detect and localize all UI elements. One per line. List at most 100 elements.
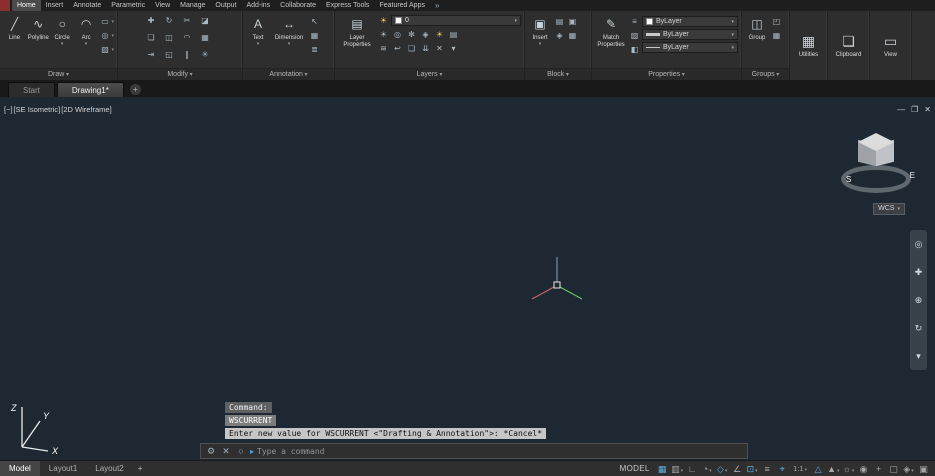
layer-lock-icon[interactable]: ◈ [419, 29, 432, 41]
line-button[interactable]: ╱ Line [3, 13, 26, 68]
explode-icon[interactable]: ✳ [199, 49, 212, 61]
model-space-viewport[interactable]: [−] [SE Isometric] [2D Wireframe] — ❐ ✕ … [0, 97, 935, 460]
edit-attribute-icon[interactable]: ▤ [553, 16, 566, 28]
command-line[interactable]: ⚙ ✕ ○ ▸ [200, 443, 748, 459]
ribbon-tab-featured-apps[interactable]: Featured Apps [374, 0, 430, 11]
mirror-icon[interactable]: ◫ [163, 32, 176, 44]
text-button[interactable]: A Text ▾ [246, 13, 270, 68]
viewport-collapse-control[interactable]: [−] [4, 105, 13, 114]
ribbon-tab-express-tools[interactable]: Express Tools [321, 0, 374, 11]
annotation-monitor-icon[interactable]: ◉ [858, 462, 870, 476]
customize-icon[interactable]: ⚙ [205, 446, 217, 457]
dynamic-input-icon[interactable]: ⌖ [776, 462, 788, 476]
file-tab-drawing1[interactable]: Drawing1* [56, 82, 124, 97]
pan-icon[interactable]: ✚ [915, 267, 923, 278]
polyline-button[interactable]: ∿ Polyline [27, 13, 50, 68]
block-panel-footer[interactable]: Block [525, 68, 591, 80]
clipboard-button[interactable]: ❏ Clipboard [828, 11, 869, 80]
ungroup-icon[interactable]: ◰ [770, 16, 783, 28]
ribbon-tab-output[interactable]: Output [210, 0, 241, 11]
osnap-tracking-icon[interactable]: ∠ [731, 462, 743, 476]
navigation-wheel-icon[interactable]: ◎ [915, 239, 923, 250]
ellipse-button[interactable]: ◎ ▾ [99, 29, 115, 43]
viewport-visual-style-control[interactable]: [2D Wireframe] [61, 105, 111, 114]
define-attributes-icon[interactable]: ◈ [553, 30, 566, 42]
create-block-icon[interactable]: ▣ [566, 16, 579, 28]
object-color-select[interactable]: ByLayer [642, 16, 738, 27]
annotation-visibility-icon[interactable]: △ [812, 462, 824, 476]
properties-list-icon[interactable]: ≡ [628, 16, 641, 28]
dimension-button[interactable]: ↔ Dimension ▾ [271, 13, 307, 68]
arc-button[interactable]: ◠ Arc ▾ [75, 13, 98, 68]
model-space-toggle[interactable]: MODEL [620, 464, 650, 473]
autocad-logo-icon[interactable] [0, 0, 10, 11]
polar-tracking-icon[interactable]: ◔ [701, 462, 713, 476]
ribbon-tab-parametric[interactable]: Parametric [106, 0, 150, 11]
erase-icon[interactable]: ◪ [199, 15, 212, 27]
layer-settings-icon[interactable]: ▾ [447, 43, 460, 55]
manage-attributes-icon[interactable]: ▦ [566, 30, 579, 42]
orbit-icon[interactable]: ↻ [915, 323, 923, 334]
insert-button[interactable]: ▣ Insert ▾ [528, 13, 552, 68]
annotation-panel-footer[interactable]: Annotation [243, 68, 334, 80]
close-icon[interactable]: ✕ [924, 105, 931, 114]
linetype-select[interactable]: ByLayer [642, 42, 738, 53]
draw-panel-footer[interactable]: Draw [0, 68, 117, 80]
lock-ui-icon[interactable]: ◈ [903, 462, 915, 476]
layer-walk-icon[interactable]: ▤ [447, 29, 460, 41]
wcs-button[interactable]: WCS [873, 203, 905, 215]
units-icon[interactable]: + [873, 462, 885, 476]
match-properties-button[interactable]: ✎ Match Properties [595, 13, 627, 68]
close-icon[interactable]: ✕ [220, 446, 232, 457]
layers-panel-footer[interactable]: Layers [335, 68, 524, 80]
viewcube-east-label[interactable]: E [910, 171, 915, 180]
snap-mode-icon[interactable]: ▥ [671, 462, 683, 476]
tab-model[interactable]: Model [0, 460, 40, 476]
quick-share-icon[interactable]: » [435, 0, 439, 11]
annotation-scale-button[interactable]: 1:1 [791, 462, 809, 476]
command-input[interactable] [257, 446, 743, 456]
zoom-icon[interactable]: ⊕ [915, 295, 923, 306]
viewport-view-control[interactable]: [SE Isometric] [14, 105, 61, 114]
quick-properties-icon[interactable]: ▢ [888, 462, 900, 476]
minimize-icon[interactable]: — [897, 105, 905, 114]
new-layout-button[interactable]: + [133, 464, 148, 473]
tab-layout1[interactable]: Layout1 [40, 461, 86, 476]
move-icon[interactable]: ✚ [145, 15, 158, 27]
transparency-icon[interactable]: ▨ [628, 30, 641, 42]
copy-icon[interactable]: ❏ [145, 32, 158, 44]
layer-state-icon[interactable]: ☀ [377, 15, 390, 27]
grid-icon[interactable]: ▦ [656, 462, 668, 476]
object-snap-icon[interactable]: ⊡ [746, 462, 758, 476]
layer-copy-icon[interactable]: ❏ [405, 43, 418, 55]
stretch-icon[interactable]: ⇥ [145, 49, 158, 61]
layer-select[interactable]: 0 [391, 15, 521, 26]
markup-button[interactable]: ≣ [308, 43, 321, 57]
new-drawing-button[interactable]: + [129, 84, 141, 95]
circle-button[interactable]: ○ Circle ▾ [51, 13, 74, 68]
lineweight-select[interactable]: ByLayer [642, 29, 738, 40]
ribbon-tab-insert[interactable]: Insert [41, 0, 69, 11]
layer-off-icon[interactable]: ☀ [377, 29, 390, 41]
autoscale-icon[interactable]: ▲ [827, 462, 839, 476]
scale-icon[interactable]: ◱ [163, 49, 176, 61]
viewcube[interactable]: S E [833, 127, 923, 199]
ribbon-tab-annotate[interactable]: Annotate [68, 0, 106, 11]
group-edit-icon[interactable]: ▦ [770, 30, 783, 42]
offset-icon[interactable]: ∥ [181, 49, 194, 61]
viewcube-compass-ring[interactable] [841, 165, 911, 193]
pickadd-icon[interactable]: ◧ [628, 44, 641, 56]
group-button[interactable]: ◫ Group [745, 13, 769, 68]
ribbon-tab-view[interactable]: View [150, 0, 175, 11]
layer-freeze-icon[interactable]: ✻ [405, 29, 418, 41]
ribbon-tab-collaborate[interactable]: Collaborate [275, 0, 321, 11]
ribbon-tab-home[interactable]: Home [12, 0, 41, 11]
table-button[interactable]: ▦ [308, 29, 321, 43]
workspace-gear-icon[interactable]: ☼ [843, 462, 855, 476]
properties-panel-footer[interactable]: Properties [592, 68, 741, 80]
viewcube-south-label[interactable]: S [846, 175, 851, 184]
leader-button[interactable]: ↖ [308, 15, 321, 29]
modify-panel-footer[interactable]: Modify [118, 68, 242, 80]
search-icon[interactable]: ○ [235, 446, 247, 456]
rectangle-button[interactable]: ▭ ▾ [99, 15, 114, 29]
